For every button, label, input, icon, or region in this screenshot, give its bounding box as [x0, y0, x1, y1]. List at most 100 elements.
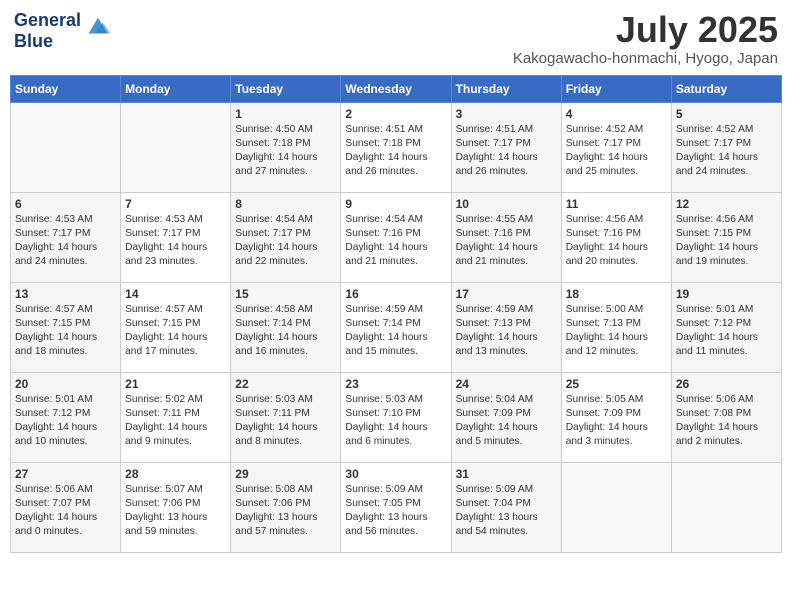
day-number: 4 [566, 107, 667, 121]
calendar-cell: 28 Sunrise: 5:07 AM Sunset: 7:06 PM Dayli… [121, 462, 231, 552]
weekday-header-wednesday: Wednesday [341, 75, 451, 102]
day-number: 8 [235, 197, 336, 211]
day-content: Sunrise: 4:59 AM Sunset: 7:13 PM Dayligh… [456, 303, 557, 360]
day-number: 30 [345, 467, 446, 481]
calendar-cell: 23Sunrise: 5:03 AM Sunset: 7:10 PM Dayli… [341, 372, 451, 462]
day-content: Sunrise: 4:50 AM Sunset: 7:18 PM Dayligh… [235, 123, 336, 180]
day-content: Sunrise: 5:02 AM Sunset: 7:11 PM Dayligh… [125, 393, 226, 450]
day-number: 25 [566, 377, 667, 391]
day-number: 13 [15, 287, 116, 301]
logo-line2: Blue [14, 31, 53, 51]
calendar-cell [121, 102, 231, 192]
day-content: Sunrise: 5:06 AM Sunset: 7:07 PM Dayligh… [15, 483, 116, 540]
page-header: General Blue July 2025 Kakogawacho-honma… [10, 10, 782, 67]
day-number: 12 [676, 197, 777, 211]
calendar-cell: 16 Sunrise: 4:59 AM Sunset: 7:14 PM Dayli… [341, 282, 451, 372]
calendar-cell: 24 Sunrise: 5:04 AM Sunset: 7:09 PM Dayli… [451, 372, 561, 462]
day-content: Sunrise: 5:07 AM Sunset: 7:06 PM Dayligh… [125, 483, 226, 540]
day-number: 26 [676, 377, 777, 391]
calendar-cell: 27Sunrise: 5:06 AM Sunset: 7:07 PM Dayli… [11, 462, 121, 552]
day-number: 10 [456, 197, 557, 211]
month-title: July 2025 [513, 10, 778, 50]
calendar-cell [11, 102, 121, 192]
day-content: Sunrise: 4:56 AM Sunset: 7:16 PM Dayligh… [566, 213, 667, 270]
location-title: Kakogawacho-honmachi, Hyogo, Japan [513, 50, 778, 67]
day-content: Sunrise: 4:56 AM Sunset: 7:15 PM Dayligh… [676, 213, 777, 270]
calendar-cell: 11 Sunrise: 4:56 AM Sunset: 7:16 PM Dayli… [561, 192, 671, 282]
day-content: Sunrise: 4:54 AM Sunset: 7:16 PM Dayligh… [345, 213, 446, 270]
logo-line1: General [14, 10, 81, 30]
day-content: Sunrise: 4:59 AM Sunset: 7:14 PM Dayligh… [345, 303, 446, 360]
day-content: Sunrise: 4:53 AM Sunset: 7:17 PM Dayligh… [15, 213, 116, 270]
day-content: Sunrise: 4:54 AM Sunset: 7:17 PM Dayligh… [235, 213, 336, 270]
day-content: Sunrise: 5:09 AM Sunset: 7:04 PM Dayligh… [456, 483, 557, 540]
calendar-cell: 14 Sunrise: 4:57 AM Sunset: 7:15 PM Dayli… [121, 282, 231, 372]
day-content: Sunrise: 5:03 AM Sunset: 7:11 PM Dayligh… [235, 393, 336, 450]
day-number: 7 [125, 197, 226, 211]
logo: General Blue [14, 10, 112, 51]
weekday-header-friday: Friday [561, 75, 671, 102]
calendar-cell: 25Sunrise: 5:05 AM Sunset: 7:09 PM Dayli… [561, 372, 671, 462]
day-number: 24 [456, 377, 557, 391]
weekday-header-thursday: Thursday [451, 75, 561, 102]
weekday-header-saturday: Saturday [671, 75, 781, 102]
calendar-cell: 17Sunrise: 4:59 AM Sunset: 7:13 PM Dayli… [451, 282, 561, 372]
day-number: 1 [235, 107, 336, 121]
day-content: Sunrise: 4:52 AM Sunset: 7:17 PM Dayligh… [676, 123, 777, 180]
calendar-cell: 2Sunrise: 4:51 AM Sunset: 7:18 PM Daylig… [341, 102, 451, 192]
day-number: 16 [345, 287, 446, 301]
logo-text: General Blue [14, 10, 81, 51]
calendar-cell: 31 Sunrise: 5:09 AM Sunset: 7:04 PM Dayli… [451, 462, 561, 552]
day-number: 22 [235, 377, 336, 391]
day-content: Sunrise: 5:04 AM Sunset: 7:09 PM Dayligh… [456, 393, 557, 450]
calendar-cell [671, 462, 781, 552]
day-content: Sunrise: 5:06 AM Sunset: 7:08 PM Dayligh… [676, 393, 777, 450]
weekday-header-sunday: Sunday [11, 75, 121, 102]
day-number: 6 [15, 197, 116, 211]
calendar-cell: 19Sunrise: 5:01 AM Sunset: 7:12 PM Dayli… [671, 282, 781, 372]
calendar-cell [561, 462, 671, 552]
calendar-cell: 9Sunrise: 4:54 AM Sunset: 7:16 PM Daylig… [341, 192, 451, 282]
calendar-cell: 12 Sunrise: 4:56 AM Sunset: 7:15 PM Dayli… [671, 192, 781, 282]
day-content: Sunrise: 5:01 AM Sunset: 7:12 PM Dayligh… [15, 393, 116, 450]
calendar-body: 1 Sunrise: 4:50 AM Sunset: 7:18 PM Daylig… [11, 102, 782, 552]
day-number: 3 [456, 107, 557, 121]
day-number: 18 [566, 287, 667, 301]
title-block: July 2025 Kakogawacho-honmachi, Hyogo, J… [513, 10, 778, 67]
calendar-cell: 5Sunrise: 4:52 AM Sunset: 7:17 PM Daylig… [671, 102, 781, 192]
calendar-week-3: 13 Sunrise: 4:57 AM Sunset: 7:15 PM Dayli… [11, 282, 782, 372]
day-content: Sunrise: 4:53 AM Sunset: 7:17 PM Dayligh… [125, 213, 226, 270]
day-content: Sunrise: 4:58 AM Sunset: 7:14 PM Dayligh… [235, 303, 336, 360]
calendar-cell: 21Sunrise: 5:02 AM Sunset: 7:11 PM Dayli… [121, 372, 231, 462]
day-number: 2 [345, 107, 446, 121]
calendar-cell: 20 Sunrise: 5:01 AM Sunset: 7:12 PM Dayli… [11, 372, 121, 462]
calendar-table: SundayMondayTuesdayWednesdayThursdayFrid… [10, 75, 782, 553]
calendar-cell: 15 Sunrise: 4:58 AM Sunset: 7:14 PM Dayli… [231, 282, 341, 372]
calendar-week-5: 27Sunrise: 5:06 AM Sunset: 7:07 PM Dayli… [11, 462, 782, 552]
day-content: Sunrise: 5:03 AM Sunset: 7:10 PM Dayligh… [345, 393, 446, 450]
calendar-cell: 26 Sunrise: 5:06 AM Sunset: 7:08 PM Dayli… [671, 372, 781, 462]
day-number: 31 [456, 467, 557, 481]
calendar-cell: 7 Sunrise: 4:53 AM Sunset: 7:17 PM Daylig… [121, 192, 231, 282]
day-number: 28 [125, 467, 226, 481]
day-content: Sunrise: 5:08 AM Sunset: 7:06 PM Dayligh… [235, 483, 336, 540]
day-number: 11 [566, 197, 667, 211]
day-content: Sunrise: 4:55 AM Sunset: 7:16 PM Dayligh… [456, 213, 557, 270]
calendar-cell: 10 Sunrise: 4:55 AM Sunset: 7:16 PM Dayli… [451, 192, 561, 282]
day-number: 15 [235, 287, 336, 301]
day-number: 14 [125, 287, 226, 301]
calendar-cell: 22 Sunrise: 5:03 AM Sunset: 7:11 PM Dayli… [231, 372, 341, 462]
day-content: Sunrise: 4:57 AM Sunset: 7:15 PM Dayligh… [125, 303, 226, 360]
logo-icon [84, 13, 112, 41]
day-content: Sunrise: 5:00 AM Sunset: 7:13 PM Dayligh… [566, 303, 667, 360]
weekday-header-tuesday: Tuesday [231, 75, 341, 102]
calendar-week-2: 6 Sunrise: 4:53 AM Sunset: 7:17 PM Daylig… [11, 192, 782, 282]
day-content: Sunrise: 4:51 AM Sunset: 7:17 PM Dayligh… [456, 123, 557, 180]
calendar-cell: 13Sunrise: 4:57 AM Sunset: 7:15 PM Dayli… [11, 282, 121, 372]
calendar-cell: 29Sunrise: 5:08 AM Sunset: 7:06 PM Dayli… [231, 462, 341, 552]
day-content: Sunrise: 4:52 AM Sunset: 7:17 PM Dayligh… [566, 123, 667, 180]
weekday-header-monday: Monday [121, 75, 231, 102]
day-number: 20 [15, 377, 116, 391]
calendar-header-row: SundayMondayTuesdayWednesdayThursdayFrid… [11, 75, 782, 102]
calendar-cell: 30Sunrise: 5:09 AM Sunset: 7:05 PM Dayli… [341, 462, 451, 552]
